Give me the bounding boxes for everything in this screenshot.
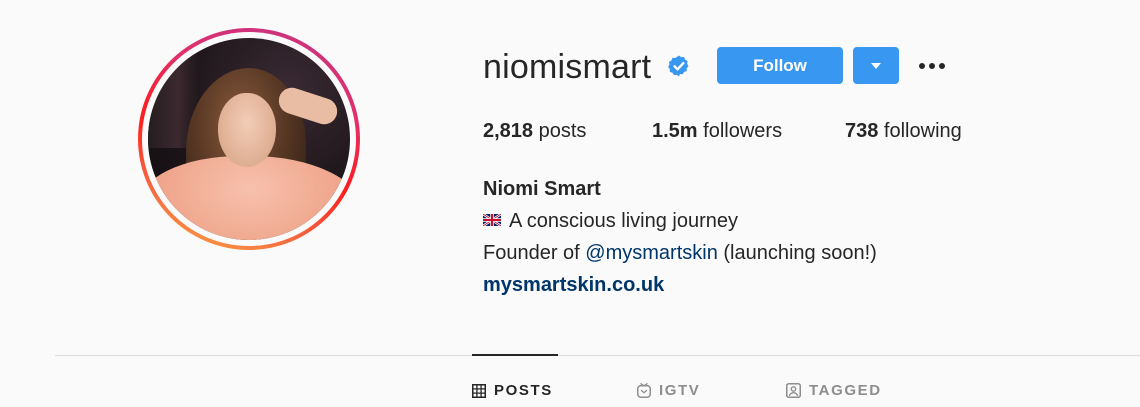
tab-tagged[interactable]: TAGGED <box>786 382 882 399</box>
following-count-label: following <box>878 120 962 142</box>
tab-igtv-label: IGTV <box>659 382 701 399</box>
active-tab-indicator <box>472 354 558 356</box>
bio-founder-prefix: Founder of <box>483 242 586 264</box>
profile-avatar[interactable] <box>148 38 350 240</box>
followers-link[interactable]: 1.5m followers <box>652 118 782 144</box>
tagged-icon <box>786 383 801 398</box>
following-link[interactable]: 738 following <box>845 118 962 144</box>
posts-count: 2,818 posts <box>483 118 586 144</box>
caret-down-icon <box>871 62 881 69</box>
bio-line-1: A conscious living journey <box>483 205 877 237</box>
profile-username: niomismart <box>483 48 652 86</box>
grid-icon <box>472 383 486 398</box>
posts-count-value: 2,818 <box>483 120 534 142</box>
posts-count-label: posts <box>533 120 587 142</box>
avatar-border <box>142 32 356 246</box>
bio-tagline: A conscious living journey <box>509 210 739 232</box>
options-more-button[interactable] <box>914 52 950 80</box>
bio-line-2: Founder of @mysmartskin (launching soon!… <box>483 237 877 269</box>
tab-posts[interactable]: POSTS <box>472 382 553 399</box>
igtv-icon <box>637 383 651 398</box>
bio-founder-suffix: (launching soon!) <box>717 242 877 264</box>
profile-bio: Niomi Smart A conscious living journey F… <box>483 173 877 301</box>
tab-igtv[interactable]: IGTV <box>637 382 700 399</box>
mention-link[interactable]: @mysmartskin <box>585 242 718 264</box>
avatar-face <box>218 93 276 167</box>
followers-count-value: 1.5m <box>652 120 698 142</box>
verified-badge-icon <box>668 55 689 77</box>
uk-flag-icon <box>483 214 501 226</box>
tab-tagged-label: TAGGED <box>809 382 882 399</box>
more-horizontal-icon <box>919 63 925 69</box>
suggested-accounts-dropdown-button[interactable] <box>853 47 899 84</box>
more-dot <box>939 63 945 69</box>
full-name: Niomi Smart <box>483 178 601 200</box>
website-link[interactable]: mysmartskin.co.uk <box>483 269 877 301</box>
followers-count-label: followers <box>697 120 783 142</box>
more-dot <box>929 63 935 69</box>
tabs-divider <box>55 355 1140 356</box>
following-count-value: 738 <box>845 120 879 142</box>
follow-button[interactable]: Follow <box>717 47 843 84</box>
story-ring[interactable] <box>138 28 360 250</box>
avatar-dress <box>148 156 350 240</box>
tab-posts-label: POSTS <box>494 382 553 399</box>
